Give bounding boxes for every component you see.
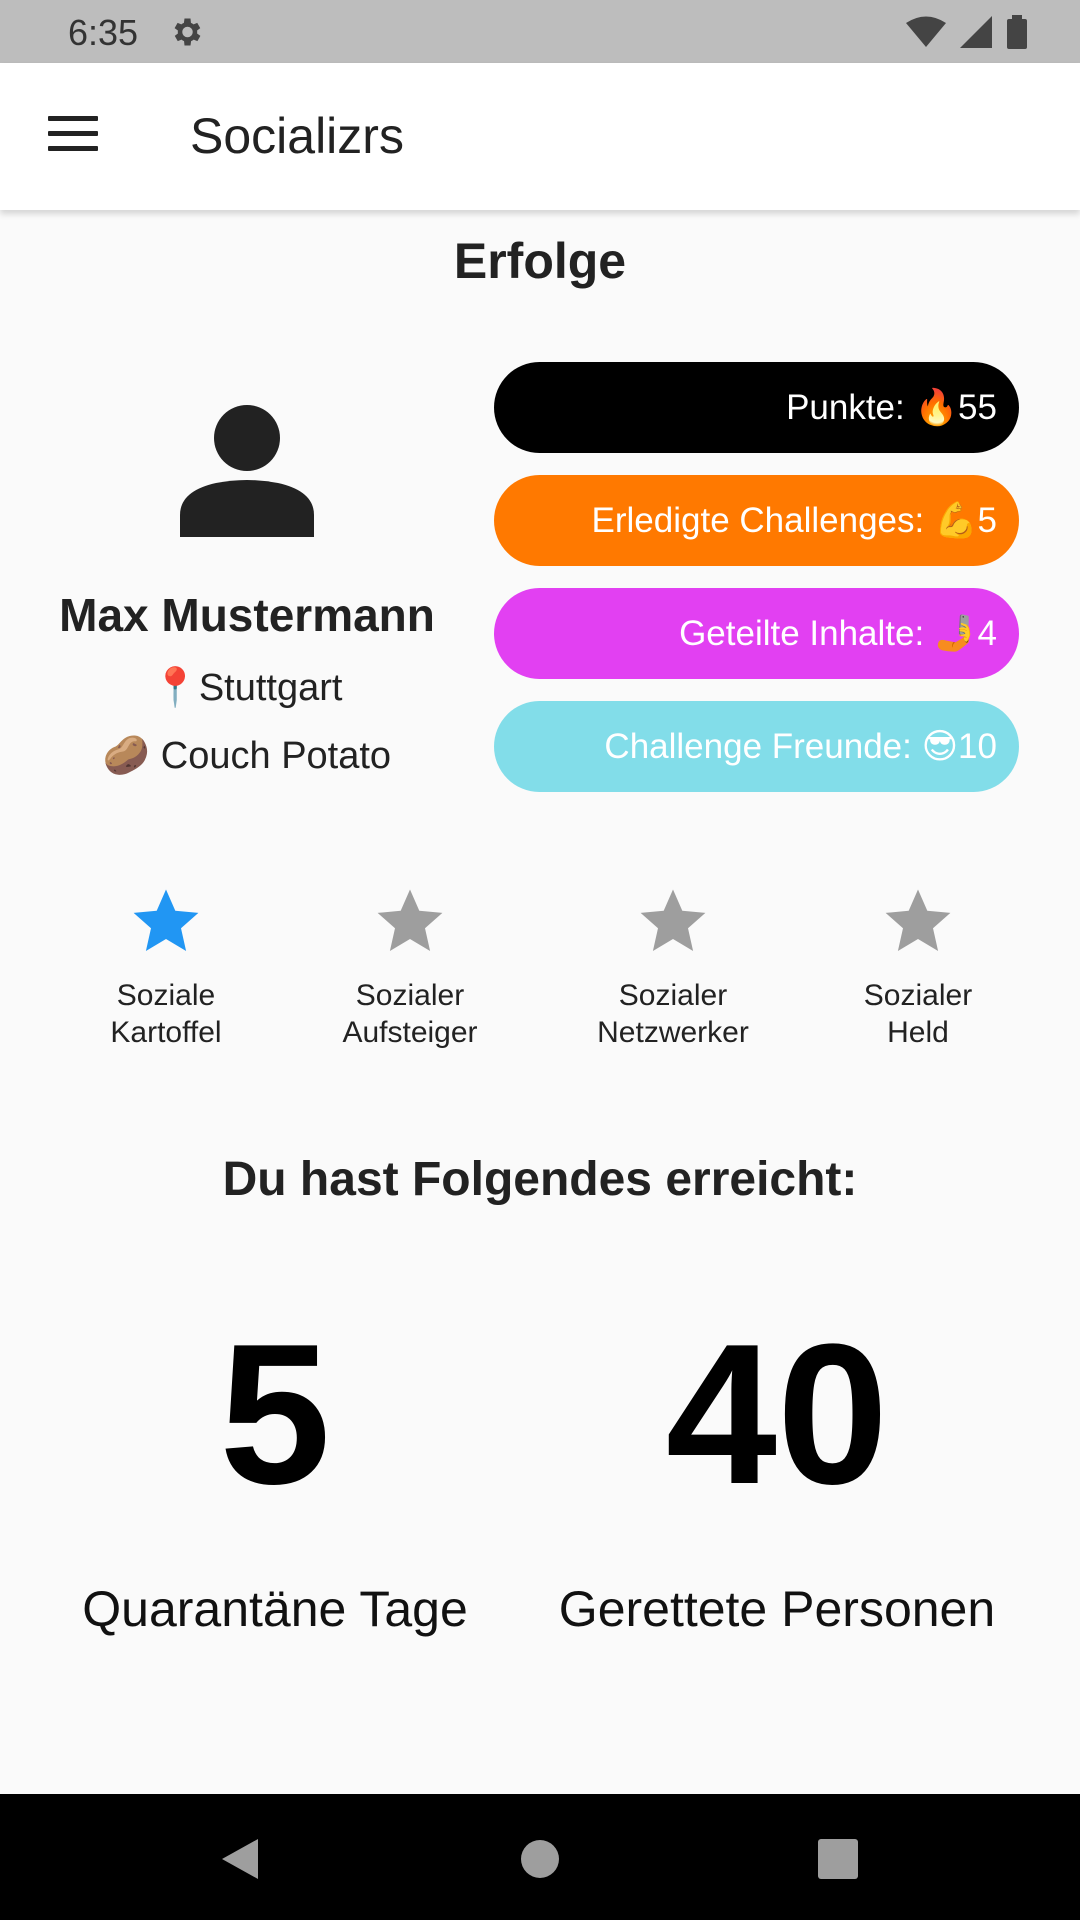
quarantine-days-label: Quarantäne Tage: [82, 1581, 468, 1637]
badge-soziale-kartoffel[interactable]: Soziale Kartoffel: [56, 885, 276, 1051]
quarantine-days-value: 5: [219, 1303, 331, 1526]
star-icon: [640, 889, 706, 951]
status-time: 6:35: [68, 12, 139, 53]
status-icons: [906, 14, 1028, 50]
star-icon: [885, 889, 951, 951]
badge-label: Sozialer Aufsteiger: [342, 979, 478, 1049]
navigation-bar: [0, 1794, 1080, 1920]
wifi-icon: [906, 16, 946, 47]
user-name: Max Mustermann: [59, 589, 435, 641]
rescued-persons-stat: 40 Gerettete Personen: [517, 1310, 1037, 1638]
star-icon: [133, 889, 199, 951]
home-icon[interactable]: [518, 1837, 562, 1881]
status-bar: 6:35: [0, 0, 1080, 63]
quarantine-days-stat: 5 Quarantäne Tage: [15, 1310, 535, 1638]
menu-icon[interactable]: [48, 116, 98, 158]
person-icon: [180, 405, 314, 537]
gear-icon: [174, 18, 201, 46]
star-icon: [377, 889, 443, 951]
badge-sozialer-aufsteiger[interactable]: Sozialer Aufsteiger: [300, 885, 520, 1051]
rescued-persons-value: 40: [665, 1303, 889, 1526]
shared-content-pill: Geteilte Inhalte: 🤳4: [494, 588, 1019, 679]
badge-label: Soziale Kartoffel: [110, 979, 222, 1049]
recents-icon[interactable]: [816, 1837, 860, 1881]
battery-icon: [1007, 15, 1027, 49]
badge-sozialer-netzwerker[interactable]: Sozialer Netzwerker: [563, 885, 783, 1051]
completed-challenges-pill: Erledigte Challenges: 💪5: [494, 475, 1019, 566]
rescued-persons-label: Gerettete Personen: [558, 1581, 996, 1637]
page-title: Erfolge: [453, 233, 627, 289]
achievements-title: Du hast Folgendes erreicht:: [222, 1153, 858, 1206]
app-title: Socializrs: [190, 108, 404, 164]
user-city: 📍Stuttgart: [151, 667, 343, 709]
badge-sozialer-held[interactable]: Sozialer Held: [808, 885, 1028, 1051]
back-icon[interactable]: [218, 1837, 262, 1881]
points-pill: Punkte: 🔥55: [494, 362, 1019, 453]
user-status: 🥔 Couch Potato: [102, 735, 392, 777]
challenge-friends-pill: Challenge Freunde: 😎10: [494, 701, 1019, 792]
app-bar: Socializrs: [0, 63, 1080, 210]
badge-label: Sozialer Netzwerker: [597, 979, 749, 1049]
badge-label: Sozialer Held: [863, 979, 973, 1049]
signal-icon: [960, 16, 992, 48]
